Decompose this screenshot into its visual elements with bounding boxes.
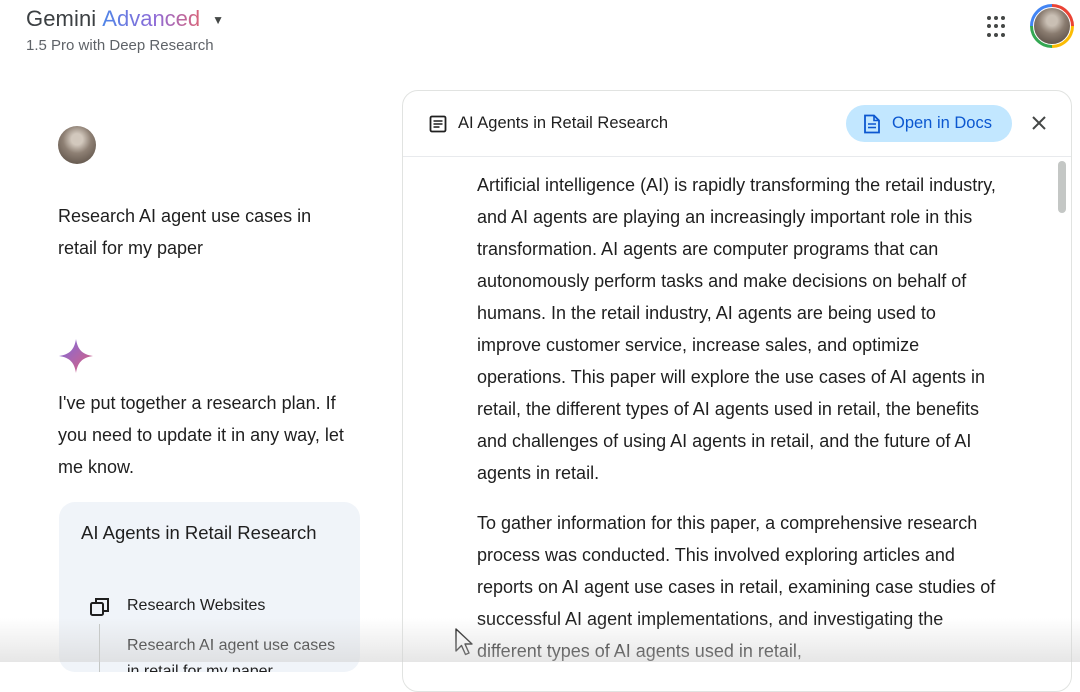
research-plan-card[interactable]: AI Agents in Retail Research Research We… bbox=[59, 502, 360, 672]
model-label: 1.5 Pro with Deep Research bbox=[26, 37, 214, 54]
plan-step-connector bbox=[99, 624, 100, 672]
app-title-accent: Advanced bbox=[102, 6, 201, 31]
document-panel: AI Agents in Retail Research Open in Doc… bbox=[402, 90, 1072, 692]
research-websites-icon bbox=[90, 598, 109, 616]
plan-step-description: Research AI agent use cases in retail fo… bbox=[127, 637, 336, 672]
caret-down-icon[interactable]: ▼ bbox=[212, 13, 224, 27]
user-avatar bbox=[58, 126, 96, 164]
plan-title: AI Agents in Retail Research bbox=[81, 522, 317, 543]
docs-icon bbox=[864, 114, 880, 133]
open-in-docs-label: Open in Docs bbox=[892, 114, 992, 132]
user-prompt: Research AI agent use cases in retail fo… bbox=[58, 206, 312, 258]
document-paragraph-1: Artificial intelligence (AI) is rapidly … bbox=[477, 175, 996, 483]
document-body: Artificial intelligence (AI) is rapidly … bbox=[477, 169, 997, 685]
document-paragraph-2: To gather information for this paper, a … bbox=[477, 513, 996, 661]
assistant-message: I've put together a research plan. If yo… bbox=[58, 393, 344, 477]
close-icon[interactable] bbox=[1027, 111, 1051, 135]
apps-grid-icon[interactable] bbox=[987, 16, 1009, 38]
gemini-spark-icon bbox=[59, 339, 93, 373]
document-icon bbox=[429, 115, 447, 133]
app-title: Gemini bbox=[26, 6, 97, 31]
model-switcher[interactable]: Gemini Advanced ▼ bbox=[26, 6, 224, 32]
account-photo bbox=[1033, 7, 1071, 45]
document-scrollbar[interactable] bbox=[1058, 161, 1066, 213]
open-in-docs-button[interactable]: Open in Docs bbox=[846, 105, 1012, 142]
account-avatar[interactable] bbox=[1030, 4, 1074, 48]
document-header: AI Agents in Retail Research Open in Doc… bbox=[403, 91, 1071, 157]
plan-step-label: Research Websites bbox=[127, 597, 266, 614]
document-title: AI Agents in Retail Research bbox=[458, 114, 669, 132]
mouse-cursor-icon bbox=[455, 628, 473, 656]
